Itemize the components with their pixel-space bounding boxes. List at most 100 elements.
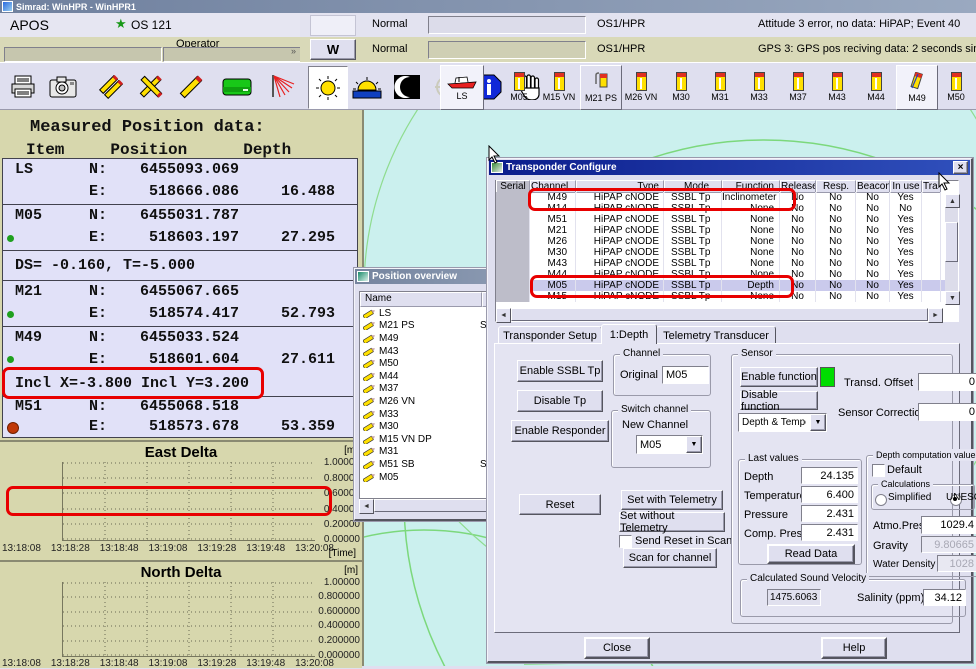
scroll-left-icon[interactable]: ◄ (359, 499, 374, 514)
dusk-mode-button[interactable] (348, 66, 386, 107)
tp-button-m05[interactable]: M05 (500, 65, 538, 108)
simplified-radio[interactable] (875, 494, 887, 506)
new-channel-combo[interactable]: M05 ▼ (636, 435, 703, 454)
tp-button-m43[interactable]: M43 (818, 65, 856, 108)
read-data-button[interactable]: Read Data (767, 544, 855, 564)
green-status-dot-icon (7, 356, 14, 363)
x-tick: 13:18:08 (2, 658, 41, 669)
salinity-field[interactable]: 34.12 (923, 589, 966, 606)
os-label: OS 121 (131, 18, 172, 32)
scan-for-channel-button[interactable]: Scan for channel (623, 548, 717, 568)
column-header-name[interactable]: Name (360, 292, 482, 307)
reset-button[interactable]: Reset (519, 494, 601, 515)
tp-button-m15vn[interactable]: M15 VN (539, 65, 579, 108)
tp-button-ls[interactable]: LS (440, 65, 484, 110)
field-value: M05 (666, 369, 687, 381)
snapshot-button[interactable] (44, 66, 82, 107)
button-label: Scan for channel (629, 552, 712, 564)
edit-cross-button[interactable] (132, 66, 170, 107)
enable-responder-button[interactable]: Enable Responder (511, 420, 609, 442)
sound-velocity-group: Calculated Sound Velocity 1475.6063 Sali… (740, 579, 966, 617)
atmo-press-field[interactable]: 1029.4 (921, 516, 976, 534)
day-mode-button[interactable] (308, 66, 348, 109)
table-row[interactable]: M14HiPAP cNODESSBL TpNoneNoNoNoNo (496, 203, 958, 214)
table-row[interactable]: M49HiPAP cNODESSBL TpInclinometerNoNoNoY… (496, 192, 958, 203)
table-row[interactable]: M43HiPAP cNODESSBL TpNoneNoNoNoYes (496, 258, 958, 269)
day-icon (314, 75, 342, 101)
alarm-indicator-box[interactable] (310, 15, 356, 36)
operator-field-left[interactable] (4, 47, 162, 62)
default-checkbox[interactable] (872, 464, 885, 477)
tab-depth[interactable]: 1:Depth (601, 324, 657, 344)
table-h-scrollbar[interactable]: ◄ ► (496, 308, 943, 321)
combo-dropdown-icon[interactable]: ▼ (686, 436, 702, 453)
group-caption: Sensor (738, 348, 776, 360)
button-label: Reset (546, 499, 575, 511)
enable-function-button[interactable]: Enable function (740, 367, 818, 387)
measured-row-m05[interactable]: M05N:6455031.787 E:518603.19727.295 (3, 205, 357, 251)
enable-ssbl-button[interactable]: Enable SSBL Tp (517, 360, 603, 382)
table-row[interactable]: M26HiPAP cNODESSBL TpNoneNoNoNoYes (496, 236, 958, 247)
scroll-thumb[interactable] (511, 308, 928, 321)
table-row-selected[interactable]: M05HiPAP cNODESSBL TpDepthNoNoNoYes (496, 280, 958, 291)
measured-row-m21[interactable]: M21N:6455067.665 E:518574.41752.793 (3, 281, 357, 327)
tp-button-m50[interactable]: M50 (938, 65, 974, 108)
edit-multi-button[interactable] (92, 66, 130, 107)
sensor-correction-field[interactable]: 0 (918, 403, 976, 421)
tab-telemetry-transducer[interactable]: Telemetry Transducer (656, 326, 776, 344)
comp-press-field[interactable]: 2.431 (801, 524, 858, 541)
operator-field-right[interactable]: » (163, 47, 301, 62)
tp-button-m49[interactable]: M49 (896, 65, 938, 110)
set-without-telemetry-button[interactable]: Set without Telemetry (619, 512, 725, 532)
help-button[interactable]: Help (821, 637, 887, 659)
window-titlebar[interactable]: Simrad: WinHPR - WinHPR1 (0, 0, 976, 13)
disable-function-button[interactable]: Disable function (740, 391, 818, 410)
transd-offset-field[interactable]: 0 (918, 373, 976, 391)
table-row[interactable]: M44HiPAP cNODESSBL TpNoneNoNoNoYes (496, 269, 958, 280)
status1-source: OS1/HPR (597, 18, 645, 30)
scroll-left-icon[interactable]: ◄ (496, 308, 511, 323)
tp-button-m30[interactable]: M30 (662, 65, 700, 108)
measured-row-ls[interactable]: LSN:6455093.069 E:518666.08616.488 (3, 159, 357, 205)
tp-button-m37[interactable]: M37 (779, 65, 817, 108)
tp-button-m44[interactable]: M44 (857, 65, 895, 108)
table-row[interactable]: M21HiPAP cNODESSBL TpNoneNoNoNoYes (496, 225, 958, 236)
pressure-field[interactable]: 2.431 (801, 505, 858, 522)
scroll-thumb[interactable] (945, 222, 958, 262)
night-mode-button[interactable] (388, 66, 426, 107)
chevron-down-icon[interactable]: » (291, 46, 296, 56)
temperature-field[interactable]: 6.400 (801, 486, 858, 503)
scroll-right-icon[interactable]: ► (928, 308, 943, 323)
transponder-table: Serial Channel Type Mode Function Releas… (495, 180, 959, 322)
close-button[interactable]: Close (584, 637, 650, 659)
combo-dropdown-icon[interactable]: ▼ (810, 414, 826, 431)
table-row[interactable]: M15HiPAP cNODESSBL TpNoneNoNoNoYes (496, 291, 958, 302)
tp-button-m31[interactable]: M31 (701, 65, 739, 108)
set-with-telemetry-button[interactable]: Set with Telemetry (621, 490, 723, 510)
tp-button-m26vn[interactable]: M26 VN (621, 65, 661, 108)
measured-row-m49[interactable]: M49N:6455033.524 E:518601.60427.611 (3, 327, 357, 371)
scroll-up-icon[interactable]: ▲ (945, 194, 960, 208)
table-v-scrollbar[interactable]: ▲ ▼ (945, 194, 958, 305)
edit-single-button[interactable] (172, 66, 210, 107)
scroll-down-icon[interactable]: ▼ (945, 291, 960, 305)
close-x-button[interactable]: × (953, 161, 968, 174)
depth-field[interactable]: 24.135 (801, 467, 858, 484)
disable-tp-button[interactable]: Disable Tp (517, 390, 603, 412)
table-row[interactable]: M30HiPAP cNODESSBL TpNoneNoNoNoYes (496, 247, 958, 258)
watch-indicator-button[interactable]: W (310, 39, 356, 60)
transponder-icon (676, 72, 687, 91)
print-button[interactable] (4, 66, 42, 107)
beams-button[interactable] (262, 66, 300, 107)
table-row[interactable]: M51HiPAP cNODESSBL TpNoneNoNoNoYes (496, 214, 958, 225)
measured-header: Item Position Depth (0, 137, 362, 159)
measured-row-m51[interactable]: M51N:6455068.518 E:518573.67853.359 (3, 397, 357, 437)
tp-button-m33[interactable]: M33 (740, 65, 778, 108)
original-channel-field[interactable]: M05 (662, 366, 709, 384)
tab-transponder-setup[interactable]: Transponder Setup (498, 326, 602, 344)
dialog-titlebar[interactable]: Transponder Configure × (489, 160, 970, 175)
send-reset-checkbox[interactable] (619, 535, 632, 548)
storage-button[interactable] (218, 66, 256, 107)
sensor-function-combo[interactable]: Depth & Tempera ▼ (738, 413, 827, 432)
tp-button-m21ps[interactable]: M21 PS (580, 65, 622, 110)
